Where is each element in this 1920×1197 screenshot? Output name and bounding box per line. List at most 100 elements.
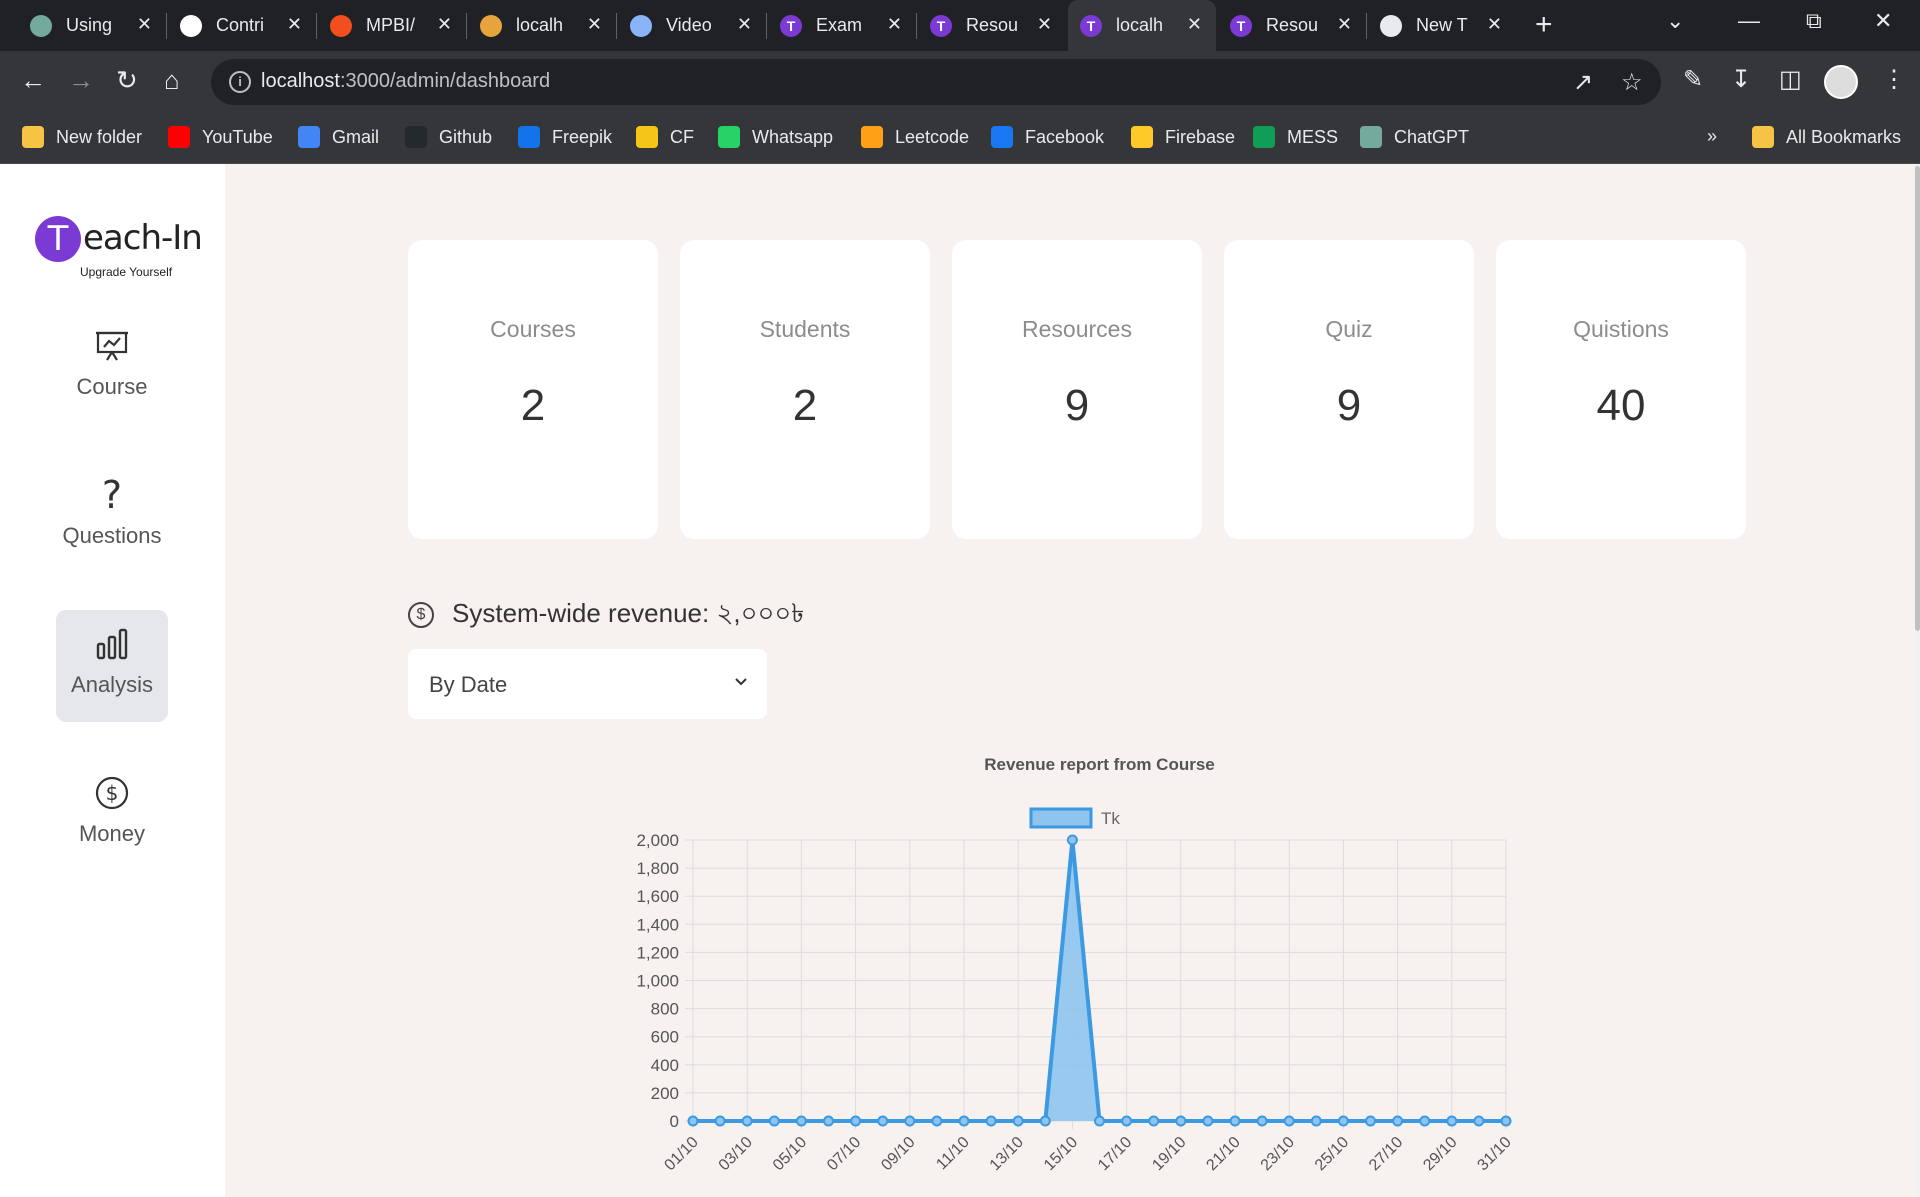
download-icon[interactable]: ↧ [1731, 65, 1751, 94]
bookmarks-bar: » All Bookmarks New folder YouTube Gmail Gi… [0, 114, 1920, 164]
bookmark-chatgpt[interactable]: ChatGPT [1360, 126, 1469, 148]
close-tab-icon[interactable]: ✕ [1187, 14, 1202, 35]
tab-title: Using [66, 15, 113, 35]
tab-0[interactable]: Using ✕ [18, 0, 166, 51]
bookmark-whatsapp[interactable]: Whatsapp [718, 126, 833, 148]
bookmark-gmail[interactable]: Gmail [298, 126, 379, 148]
data-point [1419, 1115, 1431, 1127]
data-point [1473, 1115, 1485, 1127]
bookmark-new-folder[interactable]: New folder [22, 126, 142, 148]
scrollbar-thumb[interactable] [1915, 166, 1920, 631]
close-tab-icon[interactable]: ✕ [887, 14, 902, 35]
all-bookmarks-button[interactable]: All Bookmarks [1752, 126, 1901, 148]
close-tab-icon[interactable]: ✕ [1037, 14, 1052, 35]
sidebar-item-analysis[interactable]: Analysis [56, 610, 168, 722]
reload-icon[interactable]: ↻ [116, 65, 138, 96]
profile-avatar[interactable] [1824, 65, 1858, 99]
close-window-icon[interactable]: ✕ [1874, 8, 1892, 34]
tab-search-icon[interactable]: ⌄ [1666, 8, 1684, 34]
x-tick-label: 01/10 [661, 1134, 701, 1174]
data-point [1392, 1115, 1404, 1127]
bookmarks-overflow-button[interactable]: » [1707, 126, 1717, 147]
tab-3[interactable]: localh ✕ [468, 0, 616, 51]
data-point [1094, 1115, 1105, 1127]
data-point [741, 1115, 753, 1127]
bookmark-label: New folder [56, 126, 143, 147]
sidebar-item-money[interactable]: $ Money [56, 759, 168, 871]
x-tick-label: 19/10 [1149, 1134, 1189, 1174]
bookmark-label: Whatsapp [752, 126, 834, 147]
bookmark-label: Firebase [1165, 126, 1236, 147]
tab-9[interactable]: New T ✕ [1368, 0, 1516, 51]
close-tab-icon[interactable]: ✕ [287, 14, 302, 35]
bookmark-star-icon[interactable]: ☆ [1621, 68, 1643, 97]
chatgpt-icon [30, 14, 52, 37]
menu-icon[interactable]: ⋮ [1882, 65, 1906, 94]
tab-separator [1366, 13, 1367, 39]
y-tick-label: 800 [651, 1000, 679, 1019]
close-tab-icon[interactable]: ✕ [1487, 14, 1502, 35]
data-point [1039, 1115, 1051, 1127]
bookmark-youtube[interactable]: YouTube [168, 126, 273, 148]
data-point [985, 1115, 997, 1127]
close-tab-icon[interactable]: ✕ [1337, 14, 1352, 35]
tab-title: localh [1116, 15, 1164, 35]
bookmark-leetcode[interactable]: Leetcode [861, 126, 969, 148]
sidebar-item-course[interactable]: Course [56, 312, 168, 424]
tab-4[interactable]: Video ✕ [618, 0, 766, 51]
question-icon: ? [101, 473, 123, 517]
address-bar[interactable]: i localhost:3000/admin/dashboard ↗ ☆ [211, 59, 1661, 105]
bookmark-cf[interactable]: CF [636, 126, 694, 148]
close-tab-icon[interactable]: ✕ [737, 14, 752, 35]
share-icon[interactable]: ↗ [1573, 68, 1593, 97]
new-tab-button[interactable]: + [1535, 8, 1553, 42]
y-tick-label: 1,400 [636, 915, 679, 934]
logo-text: each-In [83, 218, 203, 258]
forward-icon[interactable]: → [68, 65, 94, 96]
video-icon [630, 14, 652, 37]
tab-title: Resou [966, 15, 1018, 35]
bookmark-label: YouTube [202, 126, 273, 147]
whatsapp-icon [718, 126, 740, 148]
side-panel-icon[interactable]: ◫ [1779, 65, 1802, 94]
tab-2[interactable]: MPBI/ ✕ [318, 0, 466, 51]
logo-letter: T [35, 216, 81, 262]
close-tab-icon[interactable]: ✕ [437, 14, 452, 35]
app-logo[interactable]: T each-In Upgrade Yourself [35, 216, 225, 286]
revenue-chart: Revenue report from Course Tk 0 200 400 600 80… [636, 755, 1514, 1174]
data-point [1446, 1115, 1458, 1127]
data-point [714, 1115, 726, 1127]
logo-tagline: Upgrade Yourself [80, 265, 173, 279]
tab-8[interactable]: T Resou ✕ [1218, 0, 1366, 51]
tab-7[interactable]: Tlocalh ✕ [1068, 0, 1216, 51]
svg-text:$: $ [106, 781, 119, 805]
y-tick-label: 1,200 [636, 943, 679, 962]
data-point [687, 1115, 699, 1127]
bookmark-firebase[interactable]: Firebase [1131, 126, 1235, 148]
data-point [1066, 834, 1078, 846]
tab-title: New T [1416, 15, 1468, 35]
home-icon[interactable]: ⌂ [164, 65, 180, 96]
close-tab-icon[interactable]: ✕ [587, 14, 602, 35]
tab-1[interactable]: Contri ✕ [168, 0, 316, 51]
extensions-icon[interactable]: ✎ [1683, 65, 1703, 94]
tab-5[interactable]: T Exam ✕ [768, 0, 916, 51]
bookmark-label: Github [439, 126, 493, 147]
tab-6[interactable]: T Resou ✕ [918, 0, 1066, 51]
restore-icon[interactable]: ⧉ [1806, 8, 1822, 34]
sidebar-item-questions[interactable]: ? Questions [56, 461, 168, 573]
bookmark-mess[interactable]: MESS [1253, 126, 1338, 148]
github-icon [405, 126, 427, 148]
bookmark-facebook[interactable]: Facebook [991, 126, 1104, 148]
sidebar-item-label: Money [78, 821, 146, 846]
bookmark-github[interactable]: Github [405, 126, 492, 148]
x-tick-label: 21/10 [1203, 1134, 1243, 1174]
data-point [1148, 1115, 1160, 1127]
url-text[interactable]: localhost:3000/admin/dashboard [261, 70, 550, 93]
close-tab-icon[interactable]: ✕ [137, 14, 152, 35]
x-tick-label: 07/10 [824, 1134, 864, 1174]
bookmark-freepik[interactable]: Freepik [518, 126, 612, 148]
site-info-icon[interactable]: i [229, 71, 251, 93]
minimize-icon[interactable]: — [1738, 8, 1760, 34]
back-icon[interactable]: ← [20, 65, 46, 96]
